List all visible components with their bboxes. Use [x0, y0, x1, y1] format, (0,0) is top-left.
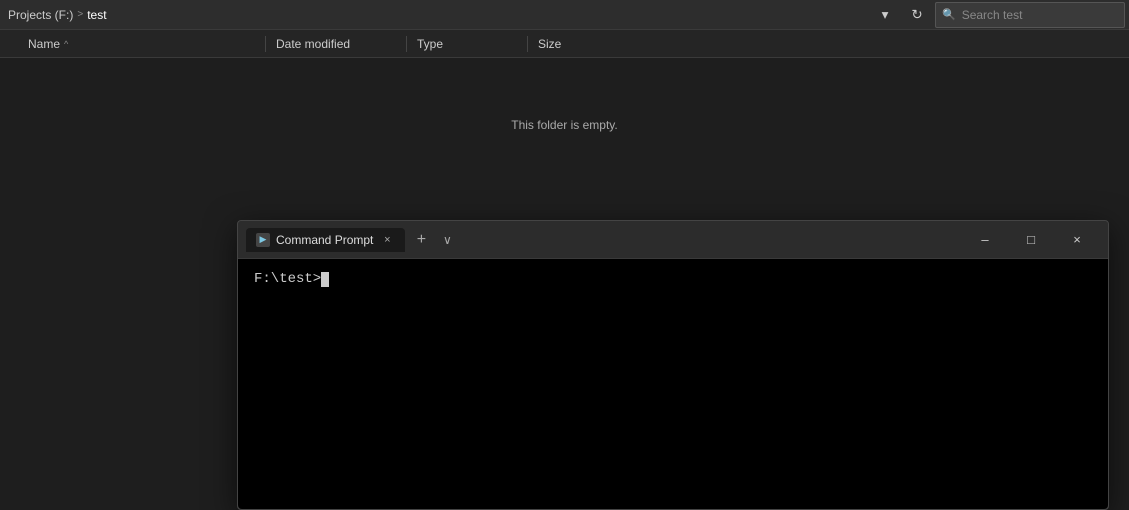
terminal-body[interactable]: F:\test> — [238, 259, 1108, 509]
terminal-tab-label: Command Prompt — [276, 233, 373, 247]
search-box[interactable]: 🔍 Search test — [935, 2, 1125, 28]
terminal-window: ▶ Command Prompt × + ∨ – □ × F:\test> — [237, 220, 1109, 510]
address-bar-right: ▾ ↻ 🔍 Search test — [871, 1, 1129, 29]
column-date-modified[interactable]: Date modified — [266, 37, 406, 51]
cmd-icon: ▶ — [260, 234, 267, 245]
column-name[interactable]: Name ^ — [0, 37, 265, 51]
minimize-button[interactable]: – — [962, 225, 1008, 255]
terminal-tab-icon: ▶ — [256, 233, 270, 247]
breadcrumb-current[interactable]: test — [87, 8, 106, 22]
empty-message: This folder is empty. — [511, 118, 617, 132]
breadcrumb[interactable]: Projects (F:) > test — [0, 8, 871, 22]
window-controls: – □ × — [962, 225, 1100, 255]
refresh-button[interactable]: ↻ — [903, 1, 931, 29]
address-bar: Projects (F:) > test ▾ ↻ 🔍 Search test — [0, 0, 1129, 30]
terminal-dropdown-button[interactable]: ∨ — [435, 228, 459, 252]
close-button[interactable]: × — [1054, 225, 1100, 255]
terminal-cursor — [321, 272, 329, 287]
column-size[interactable]: Size — [528, 37, 1129, 51]
terminal-titlebar: ▶ Command Prompt × + ∨ – □ × — [238, 221, 1108, 259]
terminal-tab-close-button[interactable]: × — [379, 232, 395, 248]
file-list-header: Name ^ Date modified Type Size — [0, 30, 1129, 58]
terminal-prompt: F:\test> — [254, 271, 321, 287]
column-type[interactable]: Type — [407, 37, 527, 51]
maximize-button[interactable]: □ — [1008, 225, 1054, 255]
search-icon: 🔍 — [942, 8, 956, 21]
new-tab-button[interactable]: + — [407, 226, 435, 254]
terminal-tab[interactable]: ▶ Command Prompt × — [246, 228, 405, 252]
breadcrumb-parent[interactable]: Projects (F:) — [8, 8, 73, 22]
dropdown-button[interactable]: ▾ — [871, 1, 899, 29]
search-placeholder: Search test — [962, 8, 1023, 22]
sort-arrow: ^ — [64, 39, 68, 49]
breadcrumb-chevron: > — [77, 9, 83, 20]
